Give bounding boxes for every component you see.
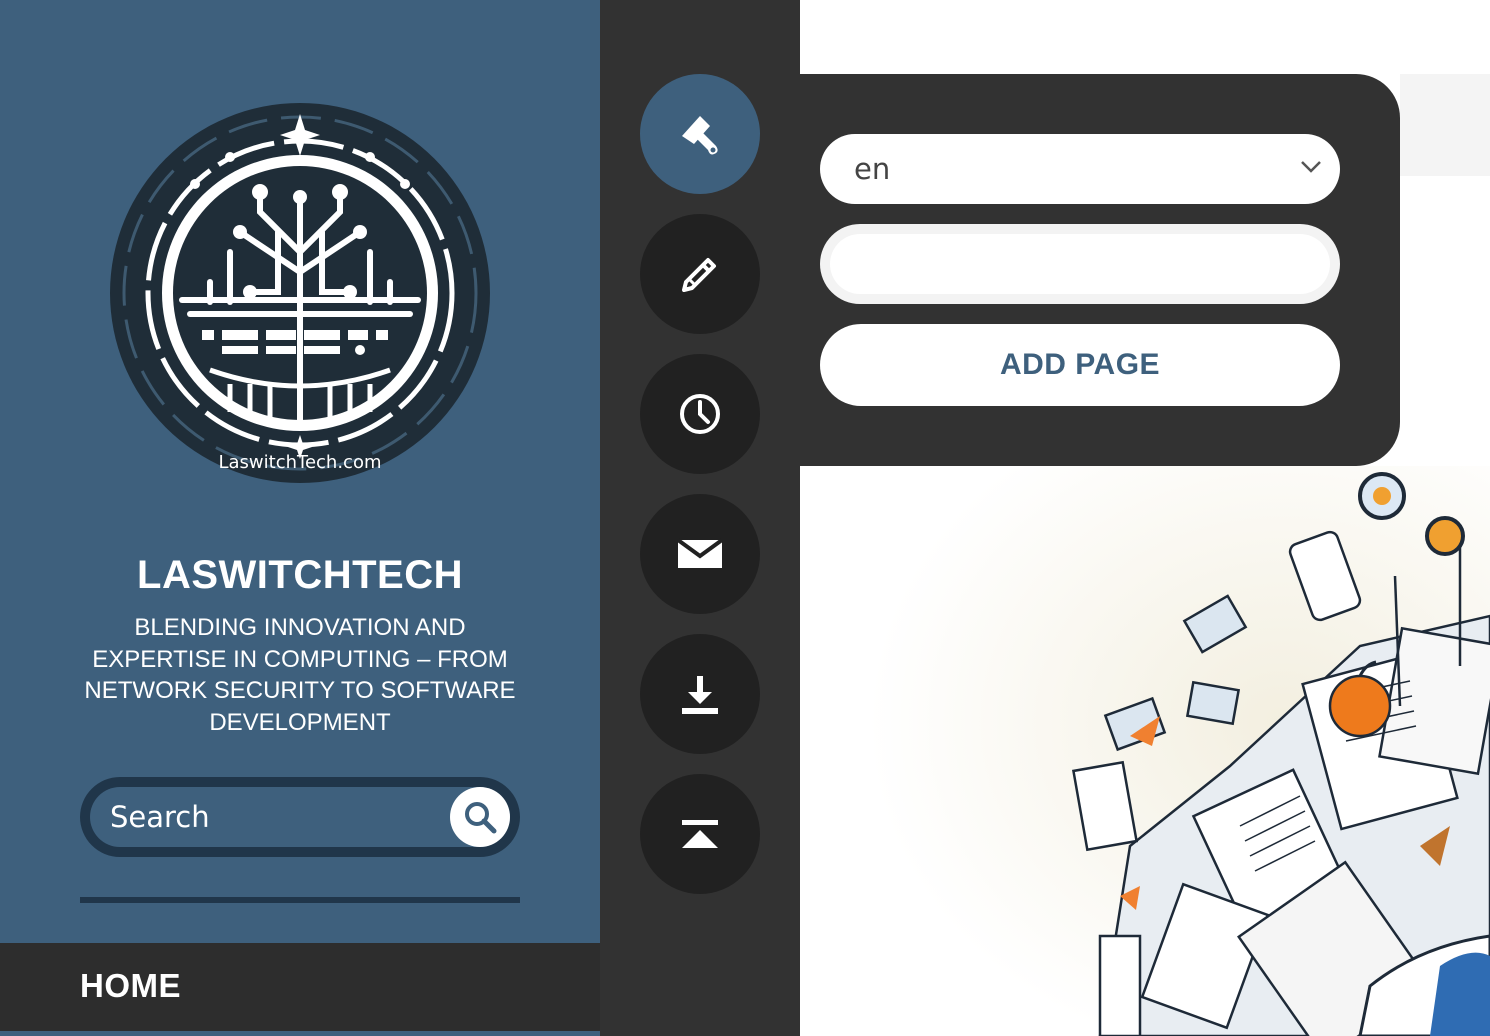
sidebar-divider bbox=[80, 897, 520, 903]
site-logo[interactable]: LaswitchTech.com bbox=[110, 102, 490, 484]
page-name-input[interactable] bbox=[830, 234, 1330, 294]
content-header-strip bbox=[1400, 74, 1490, 176]
search-box bbox=[80, 777, 520, 857]
nav-bottom-strip bbox=[0, 1031, 600, 1036]
customize-panel: en ADD PAGE bbox=[800, 74, 1400, 466]
paintbrush-icon bbox=[682, 116, 718, 155]
chevron-down-icon bbox=[1301, 161, 1321, 173]
language-select-value: en bbox=[854, 152, 891, 186]
tool-download-button[interactable] bbox=[640, 634, 760, 754]
page-name-field-wrap bbox=[820, 224, 1340, 304]
search-button[interactable] bbox=[450, 787, 510, 847]
nav-item-home[interactable]: HOME bbox=[80, 967, 181, 1005]
search-inner bbox=[90, 787, 510, 847]
envelope-icon bbox=[676, 538, 724, 568]
hero-illustration bbox=[800, 466, 1490, 1036]
language-select[interactable]: en bbox=[820, 134, 1340, 204]
search-input[interactable] bbox=[110, 795, 440, 839]
site-tagline: BLENDING INNOVATION AND EXPERTISE IN COM… bbox=[84, 614, 516, 736]
add-page-button[interactable]: ADD PAGE bbox=[820, 324, 1340, 406]
tool-history-button[interactable] bbox=[640, 354, 760, 474]
download-icon bbox=[682, 676, 718, 714]
main-nav: HOME bbox=[0, 943, 600, 1031]
logo-emblem-icon: LaswitchTech.com bbox=[110, 103, 490, 483]
sidebar: LaswitchTech.com LASWITCHTECH BLENDING I… bbox=[0, 0, 600, 943]
search-icon bbox=[465, 802, 497, 834]
tool-mail-button[interactable] bbox=[640, 494, 760, 614]
tool-column bbox=[600, 0, 800, 1036]
site-title[interactable]: LASWITCHTECH bbox=[0, 553, 600, 598]
scroll-top-icon bbox=[682, 820, 718, 848]
tool-scroll-top-button[interactable] bbox=[640, 774, 760, 894]
tool-edit-button[interactable] bbox=[640, 214, 760, 334]
clock-icon bbox=[680, 394, 720, 434]
pencil-icon bbox=[682, 258, 716, 292]
documents-pile-illustration bbox=[800, 466, 1490, 1036]
tool-customize-button[interactable] bbox=[640, 74, 760, 194]
svg-text:LaswitchTech.com: LaswitchTech.com bbox=[218, 452, 381, 473]
